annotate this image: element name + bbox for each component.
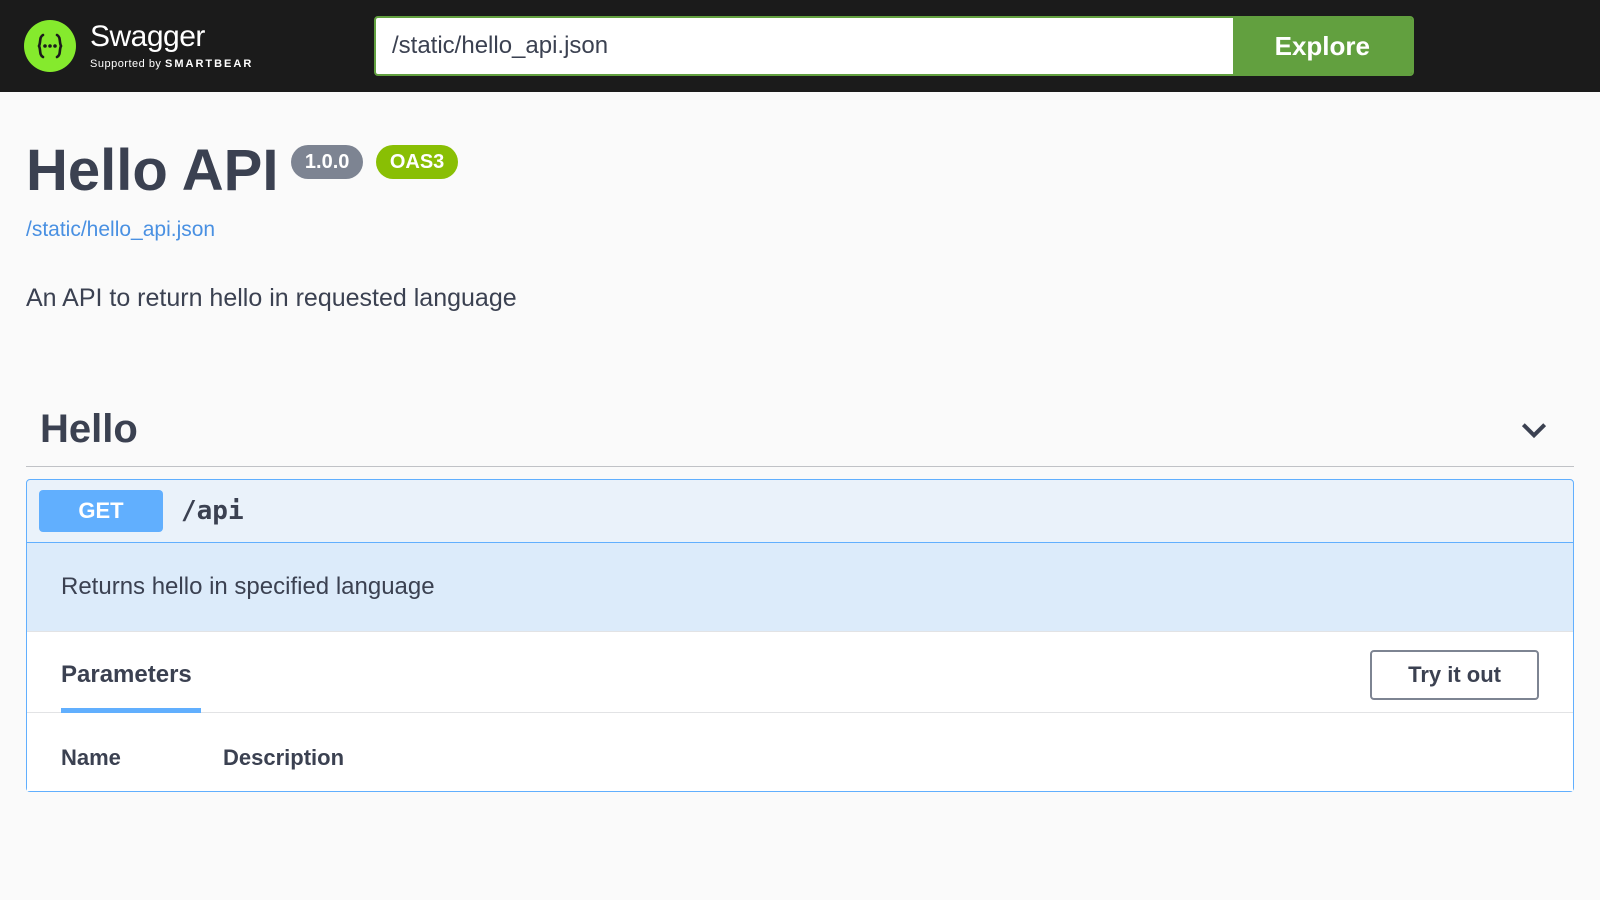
spec-url-input[interactable]	[376, 18, 1233, 74]
operation-body: Returns hello in specified language Para…	[27, 543, 1573, 791]
topbar: Swagger Supported by SMARTBEAR Explore	[0, 0, 1600, 92]
explore-button[interactable]: Explore	[1233, 18, 1412, 74]
api-description: An API to return hello in requested lang…	[26, 284, 1574, 313]
operation-description: Returns hello in specified language	[27, 543, 1573, 631]
version-badge: 1.0.0	[291, 145, 363, 179]
parameters-label: Parameters	[61, 661, 192, 689]
parameters-table-header: Name Description	[27, 713, 1573, 791]
operation-get-api: GET /api Returns hello in specified lang…	[26, 479, 1574, 792]
column-description: Description	[223, 745, 344, 771]
operation-path: /api	[181, 496, 244, 526]
tag-name: Hello	[40, 407, 138, 452]
tag-header[interactable]: Hello	[26, 393, 1574, 467]
http-method-badge: GET	[39, 490, 163, 532]
swagger-logo-text: Swagger Supported by SMARTBEAR	[90, 22, 253, 70]
operation-summary[interactable]: GET /api	[27, 480, 1573, 543]
logo-subtitle: Supported by SMARTBEAR	[90, 58, 253, 70]
api-title: Hello API	[26, 142, 278, 200]
oas-badge: OAS3	[376, 145, 458, 179]
api-info: Hello API 1.0.0 OAS3 /static/hello_api.j…	[0, 92, 1600, 333]
tag-section-hello: Hello GET /api Returns hello in specifie…	[26, 393, 1574, 792]
try-it-out-button[interactable]: Try it out	[1370, 650, 1539, 700]
chevron-down-icon	[1518, 414, 1550, 446]
swagger-logo-icon	[24, 20, 76, 72]
swagger-logo[interactable]: Swagger Supported by SMARTBEAR	[24, 20, 364, 72]
column-name: Name	[61, 745, 223, 771]
explore-form: Explore	[374, 16, 1414, 76]
spec-url-link[interactable]: /static/hello_api.json	[26, 218, 1574, 242]
logo-title: Swagger	[90, 22, 253, 52]
parameters-bar: Parameters Try it out	[27, 631, 1573, 713]
